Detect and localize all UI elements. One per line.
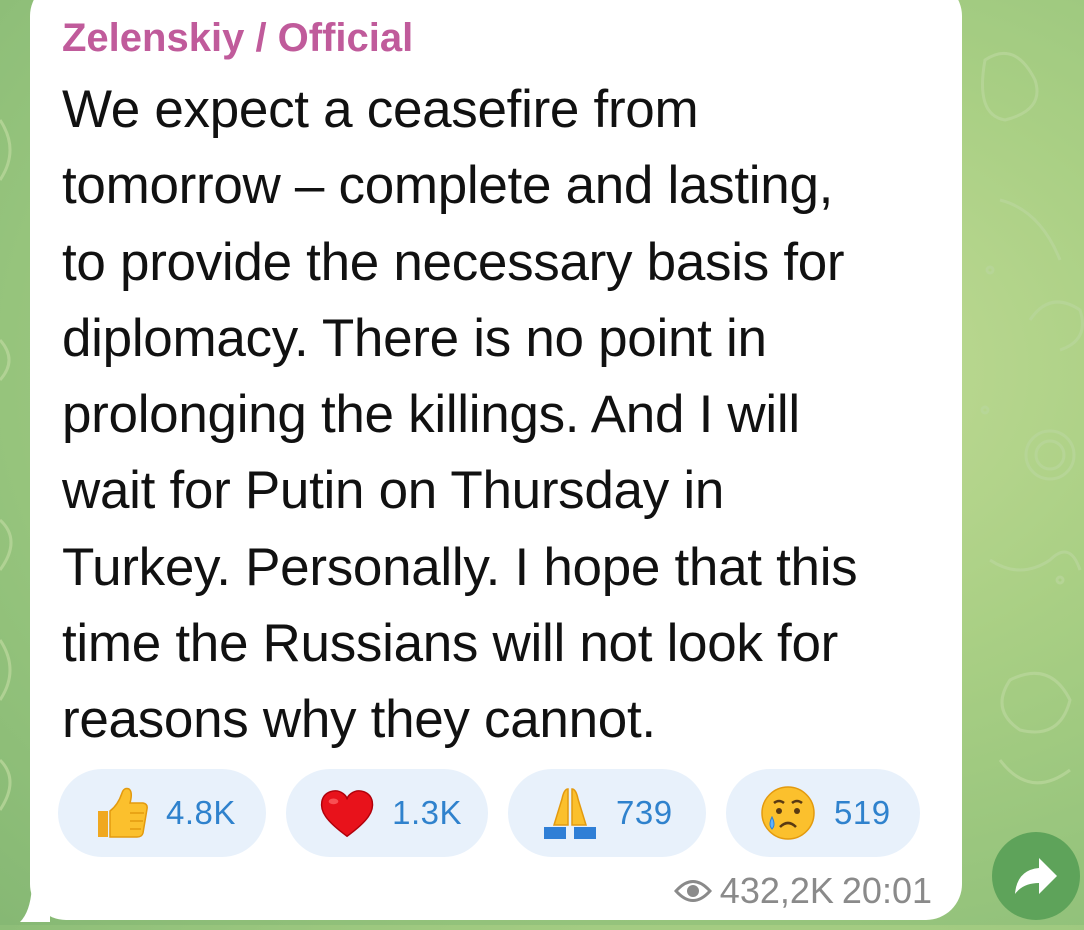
share-button[interactable] — [992, 832, 1080, 920]
reaction-count: 4.8K — [166, 794, 236, 831]
eye-icon — [673, 880, 712, 902]
message-line: reasons why they cannot. — [62, 690, 656, 750]
reaction-count: 1.3K — [392, 794, 462, 831]
reaction-crying-face[interactable]: 519 — [726, 769, 920, 857]
thumbs-up-emoji-icon — [98, 787, 148, 838]
reaction-count: 519 — [834, 794, 891, 831]
message-line: We expect a ceasefire from — [62, 80, 699, 139]
reaction-thumbs-up[interactable]: 4.8K — [58, 769, 266, 857]
share-arrow-icon — [1015, 858, 1057, 894]
channel-name[interactable]: Zelenskiy / Official — [62, 14, 413, 62]
message-time: 20:01 — [841, 870, 932, 911]
reactions-bar: 4.8K 1.3K 739 519 — [58, 769, 920, 857]
reaction-count: 739 — [616, 794, 673, 831]
crying-face-emoji-icon — [761, 786, 815, 840]
message-line: tomorrow – complete and lasting, — [62, 156, 834, 216]
reaction-heart[interactable]: 1.3K — [286, 769, 488, 857]
reaction-folded-hands[interactable]: 739 — [508, 769, 706, 857]
message-text: We expect a ceasefire from tomorrow – co… — [62, 72, 942, 759]
view-count: 432,2K — [719, 870, 834, 911]
message-line: to provide the necessary basis for — [62, 232, 845, 292]
red-heart-emoji-icon — [320, 790, 374, 838]
message-line: time the Russians will not look for — [62, 614, 838, 674]
message-line: prolonging the killings. And I will — [62, 385, 800, 445]
message-meta: 432,2K 20:01 — [673, 870, 932, 912]
folded-hands-emoji-icon — [544, 788, 596, 839]
message-line: Turkey. Personally. I hope that this — [62, 537, 858, 597]
message-line: wait for Putin on Thursday in — [62, 461, 725, 521]
message-line: diplomacy. There is no point in — [62, 308, 767, 368]
